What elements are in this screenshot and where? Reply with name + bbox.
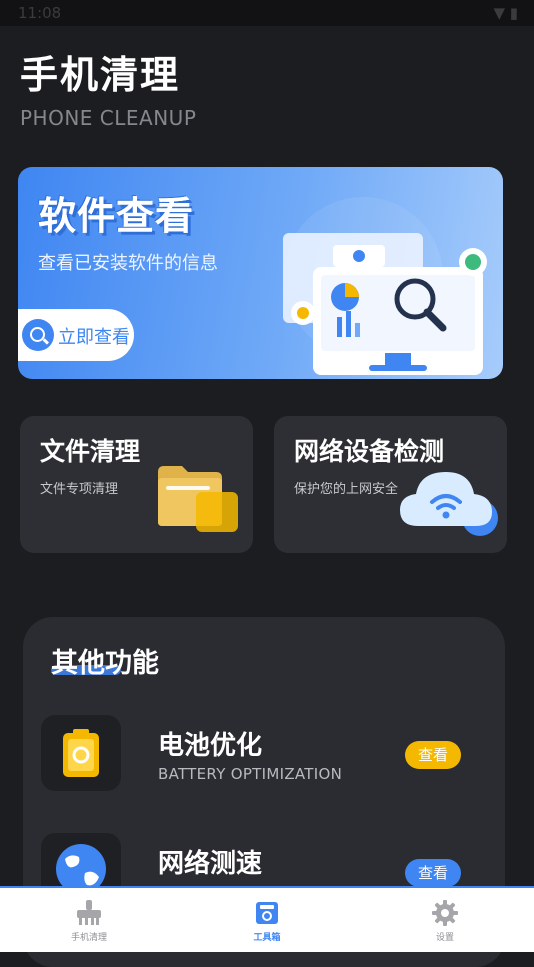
view-now-button[interactable]: 立即查看 bbox=[18, 309, 134, 361]
nav-label-toolbox: 工具箱 bbox=[253, 933, 281, 943]
file-cleanup-title: 文件清理 bbox=[40, 437, 141, 466]
bottom-nav: 手机清理 工具箱 设置 bbox=[0, 886, 534, 952]
network-device-title: 网络设备检测 bbox=[294, 437, 445, 466]
nav-item-toolbox[interactable]: 工具箱 bbox=[178, 888, 356, 952]
page-title: 手机清理 bbox=[20, 53, 181, 97]
broom-icon bbox=[77, 900, 101, 925]
speedtest-view-button[interactable]: 查看 bbox=[405, 859, 461, 887]
file-cleanup-card[interactable]: 文件清理 文件专项清理 bbox=[20, 416, 253, 553]
monitor-illustration-icon bbox=[283, 197, 487, 375]
gear-icon bbox=[432, 900, 458, 926]
other-features-title: 其他功能 bbox=[51, 648, 159, 679]
battery-icon bbox=[63, 729, 99, 777]
nav-item-settings[interactable]: 设置 bbox=[356, 888, 534, 952]
file-cleanup-subtitle: 文件专项清理 bbox=[40, 482, 119, 497]
software-view-banner[interactable]: 软件查看 查看已安装软件的信息 立即查看 bbox=[18, 167, 503, 379]
network-device-subtitle: 保护您的上网安全 bbox=[294, 482, 399, 497]
toolbox-icon bbox=[256, 902, 278, 924]
status-icons: ▼ ▮ bbox=[493, 4, 518, 22]
network-device-card[interactable]: 网络设备检测 保护您的上网安全 bbox=[274, 416, 507, 553]
view-now-label: 立即查看 bbox=[58, 327, 130, 348]
nav-item-phone-cleanup[interactable]: 手机清理 bbox=[0, 888, 178, 952]
nav-label-phone-cleanup: 手机清理 bbox=[70, 933, 107, 943]
status-time: 11:08 bbox=[18, 4, 62, 22]
status-bar: 11:08 ▼ ▮ bbox=[0, 0, 534, 26]
battery-view-button[interactable]: 查看 bbox=[405, 741, 461, 769]
banner-title: 软件查看 bbox=[38, 194, 195, 238]
page-subtitle: PHONE CLEANUP bbox=[20, 106, 197, 130]
network-speed-name: 网络测速 bbox=[158, 849, 263, 879]
wifi-cloud-icon bbox=[400, 472, 498, 536]
battery-optimization-name: 电池优化 bbox=[158, 731, 263, 761]
battery-optimization-en: BATTERY OPTIMIZATION bbox=[158, 765, 343, 783]
search-icon bbox=[22, 319, 54, 351]
nav-label-settings: 设置 bbox=[435, 933, 454, 943]
battery-icon-box bbox=[41, 715, 121, 791]
folder-icon bbox=[158, 466, 238, 532]
banner-description: 查看已安装软件的信息 bbox=[38, 253, 218, 274]
